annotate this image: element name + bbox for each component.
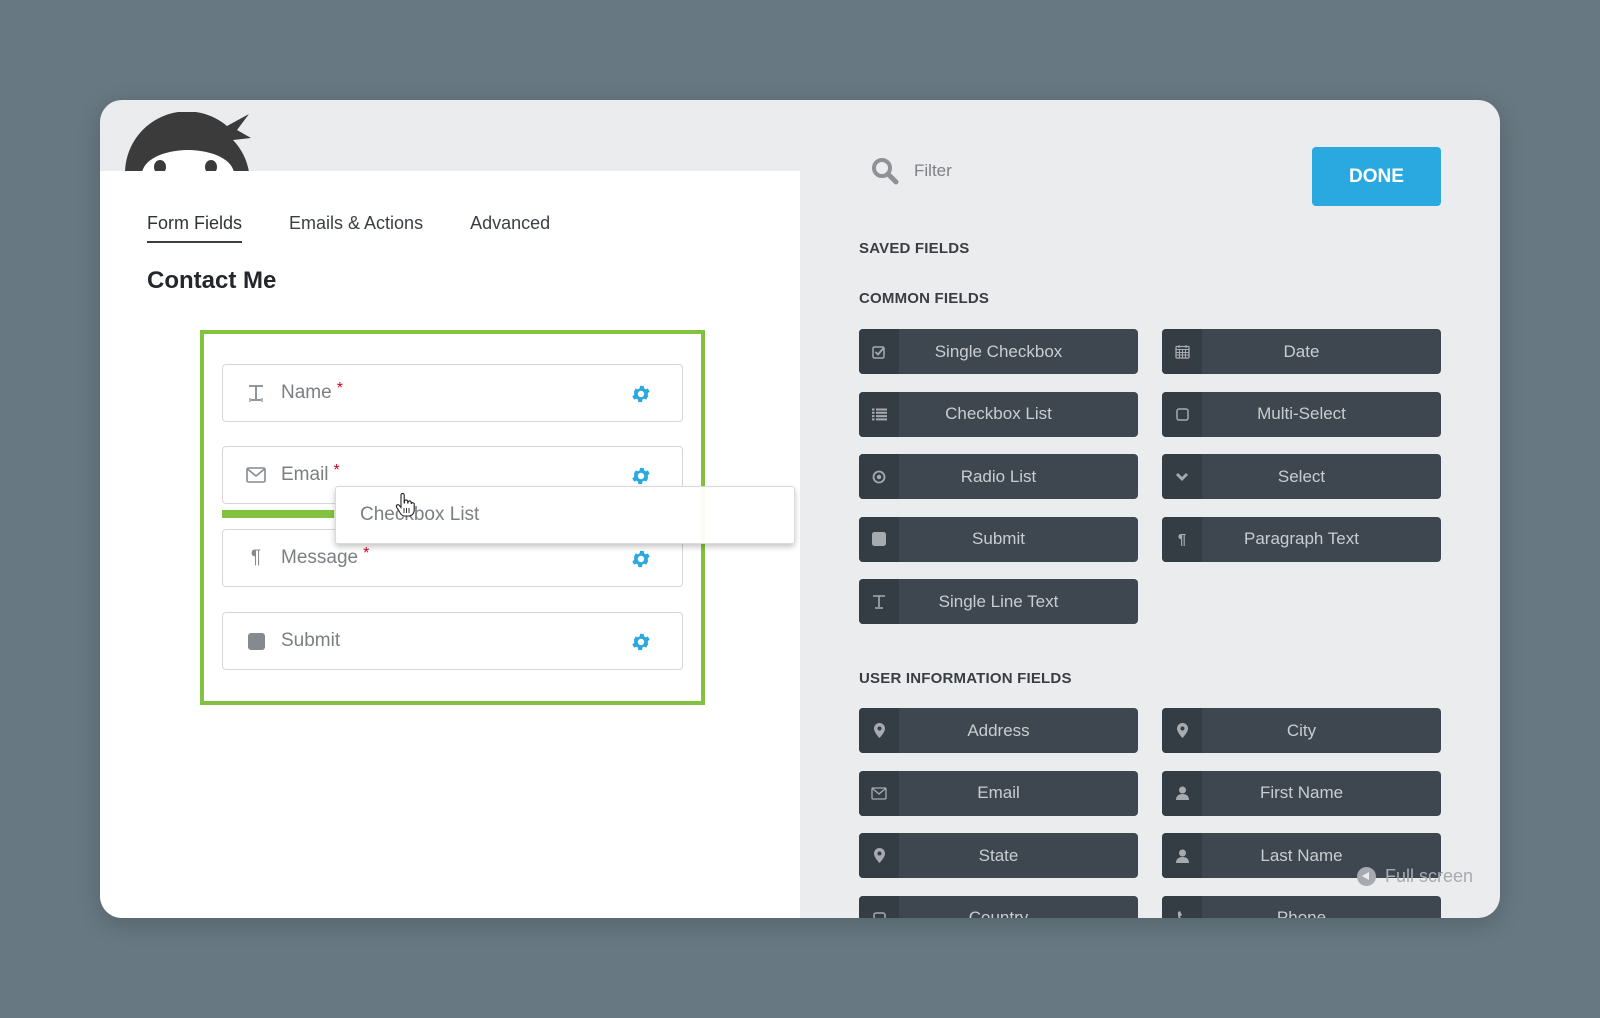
envelope-icon <box>245 467 267 483</box>
field-button-label: Single Checkbox <box>934 341 1063 361</box>
form-builder-panel: Form Fields Emails & Actions Advanced Co… <box>100 171 800 918</box>
field-button-date[interactable]: Date <box>1162 329 1441 374</box>
field-button-phone[interactable]: Phone <box>1162 895 1441 918</box>
field-button-label: First Name <box>1259 783 1344 803</box>
fullscreen-toggle[interactable]: Full screen <box>1357 866 1473 887</box>
calendar-icon <box>1162 329 1202 374</box>
tab-emails-actions[interactable]: Emails & Actions <box>289 213 423 243</box>
envelope-icon <box>859 770 899 816</box>
map-marker-icon <box>1162 708 1202 753</box>
field-button-email[interactable]: Email <box>859 770 1138 816</box>
paragraph-icon: ¶ <box>1162 516 1202 562</box>
field-button-label: Paragraph Text <box>1244 529 1359 549</box>
field-button-label: Multi-Select <box>1257 404 1346 424</box>
square-icon <box>859 516 899 562</box>
text-cursor-icon <box>859 579 899 625</box>
required-marker: * <box>363 545 370 562</box>
tab-form-fields[interactable]: Form Fields <box>147 213 243 243</box>
field-button-multi-select[interactable]: Multi-Select <box>1162 391 1441 437</box>
ninja-logo <box>125 112 255 172</box>
user-icon <box>1162 833 1202 879</box>
field-button-address[interactable]: Address <box>859 708 1138 753</box>
user-icon <box>1162 770 1202 816</box>
common-fields-heading: COMMON FIELDS <box>859 290 990 307</box>
field-button-label: State <box>978 845 1019 865</box>
square-outline-icon <box>859 895 899 918</box>
tab-bar: Form Fields Emails & Actions Advanced <box>147 213 550 243</box>
user-info-fields-heading: USER INFORMATION FIELDS <box>859 670 1072 687</box>
field-button-first-name[interactable]: First Name <box>1162 770 1441 816</box>
square-outline-icon <box>1162 391 1202 437</box>
field-button-submit[interactable]: Submit <box>859 516 1138 562</box>
search-icon <box>872 158 899 185</box>
required-marker: * <box>336 380 343 397</box>
arrow-left-circle-icon <box>1357 867 1376 886</box>
required-marker: * <box>333 462 340 479</box>
field-button-label: Country <box>968 908 1029 918</box>
gear-icon[interactable] <box>630 465 652 487</box>
phone-icon <box>1162 895 1202 918</box>
done-button[interactable]: DONE <box>1312 147 1441 206</box>
field-button-label: Date <box>1283 341 1320 361</box>
gear-icon[interactable] <box>630 548 652 570</box>
checkbox-checked-icon <box>859 329 899 374</box>
field-button-label: Checkbox List <box>945 404 1052 424</box>
map-marker-icon <box>859 708 899 753</box>
filter-bar <box>870 156 1174 186</box>
field-button-select[interactable]: Select <box>1162 454 1441 500</box>
paragraph-icon: ¶ <box>250 547 262 568</box>
fullscreen-label: Full screen <box>1385 866 1474 886</box>
form-field-name[interactable]: Name * <box>222 364 683 422</box>
field-button-label: Last Name <box>1260 845 1343 865</box>
field-button-country[interactable]: Country <box>859 895 1138 918</box>
field-button-paragraph-text[interactable]: ¶ Paragraph Text <box>1162 516 1441 562</box>
field-button-label: Select <box>1277 466 1326 486</box>
gear-icon[interactable] <box>630 383 652 405</box>
form-title: Contact Me <box>147 267 277 294</box>
field-button-single-line-text[interactable]: Single Line Text <box>859 579 1138 625</box>
field-label: Message <box>281 547 359 568</box>
field-button-single-checkbox[interactable]: Single Checkbox <box>859 329 1138 374</box>
dragged-field-label: Checkbox List <box>360 504 480 525</box>
field-label: Email <box>281 464 329 485</box>
saved-fields-heading: SAVED FIELDS <box>859 240 970 257</box>
form-field-submit[interactable]: Submit <box>222 612 683 670</box>
field-button-label: Email <box>977 783 1020 803</box>
tab-advanced[interactable]: Advanced <box>470 213 550 243</box>
field-button-label: Phone <box>1276 908 1327 918</box>
map-marker-icon <box>859 833 899 879</box>
field-button-label: Single Line Text <box>938 591 1059 611</box>
text-cursor-icon <box>245 383 267 403</box>
field-button-label: Submit <box>972 529 1025 549</box>
field-button-city[interactable]: City <box>1162 708 1441 753</box>
gear-icon[interactable] <box>630 631 652 653</box>
field-button-radio-list[interactable]: Radio List <box>859 454 1138 500</box>
chevron-down-icon <box>1162 454 1202 500</box>
square-icon <box>245 632 267 650</box>
hand-cursor-icon <box>395 492 415 517</box>
field-button-checkbox-list[interactable]: Checkbox List <box>859 391 1138 437</box>
field-label: Submit <box>281 630 341 651</box>
radio-icon <box>859 454 899 500</box>
field-button-state[interactable]: State <box>859 833 1138 879</box>
field-button-label: Radio List <box>960 466 1037 486</box>
field-button-label: Address <box>967 720 1030 740</box>
list-icon <box>859 391 899 437</box>
filter-input[interactable] <box>914 161 1174 181</box>
field-label: Name <box>281 382 332 403</box>
field-button-label: City <box>1286 720 1317 740</box>
form-builder-window: Form Fields Emails & Actions Advanced Co… <box>100 100 1500 918</box>
